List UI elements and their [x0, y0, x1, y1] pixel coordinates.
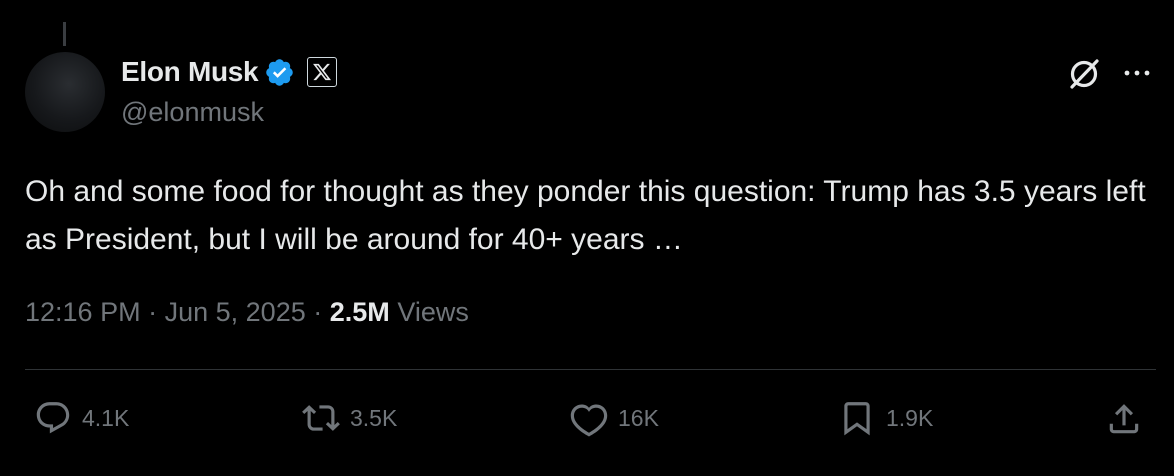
share-icon[interactable] [1105, 400, 1143, 438]
tweet-text: Oh and some food for thought as they pon… [25, 175, 1146, 256]
bookmark-count: 1.9K [886, 404, 934, 431]
avatar-decoration [63, 22, 66, 46]
reply-count: 4.1K [82, 404, 130, 431]
author-display-name[interactable]: Elon Musk [121, 56, 259, 88]
heart-icon [570, 404, 608, 437]
views-count: 2.5M [329, 297, 390, 327]
tweet-meta: 12:16 PM · Jun 5, 2025 · 2.5M Views [25, 297, 469, 328]
reply-button[interactable]: 4.1K [34, 398, 129, 438]
meta-separator: · [148, 297, 158, 327]
author-name-row: Elon Musk [121, 54, 338, 90]
divider [25, 369, 1156, 370]
verified-badge-icon[interactable] [264, 57, 295, 88]
tweet-date[interactable]: Jun 5, 2025 [165, 297, 306, 327]
repost-button[interactable]: 3.5K [302, 398, 397, 438]
repost-icon [302, 405, 340, 431]
repost-count: 3.5K [350, 404, 398, 431]
x-affiliation-badge[interactable] [307, 57, 338, 87]
views-label: Views [397, 297, 469, 327]
reply-icon [36, 402, 70, 434]
like-button[interactable]: 16K [570, 398, 659, 438]
bookmark-button[interactable]: 1.9K [838, 398, 933, 438]
like-count: 16K [618, 404, 659, 431]
bookmark-icon [844, 402, 870, 436]
more-options-icon[interactable] [1120, 62, 1154, 84]
tweet-time[interactable]: 12:16 PM [25, 297, 141, 327]
meta-separator: · [313, 297, 323, 327]
avatar[interactable] [25, 52, 105, 132]
x-logo-icon [313, 63, 332, 81]
grok-icon[interactable] [1066, 56, 1102, 92]
author-handle[interactable]: @elonmusk [121, 97, 264, 128]
